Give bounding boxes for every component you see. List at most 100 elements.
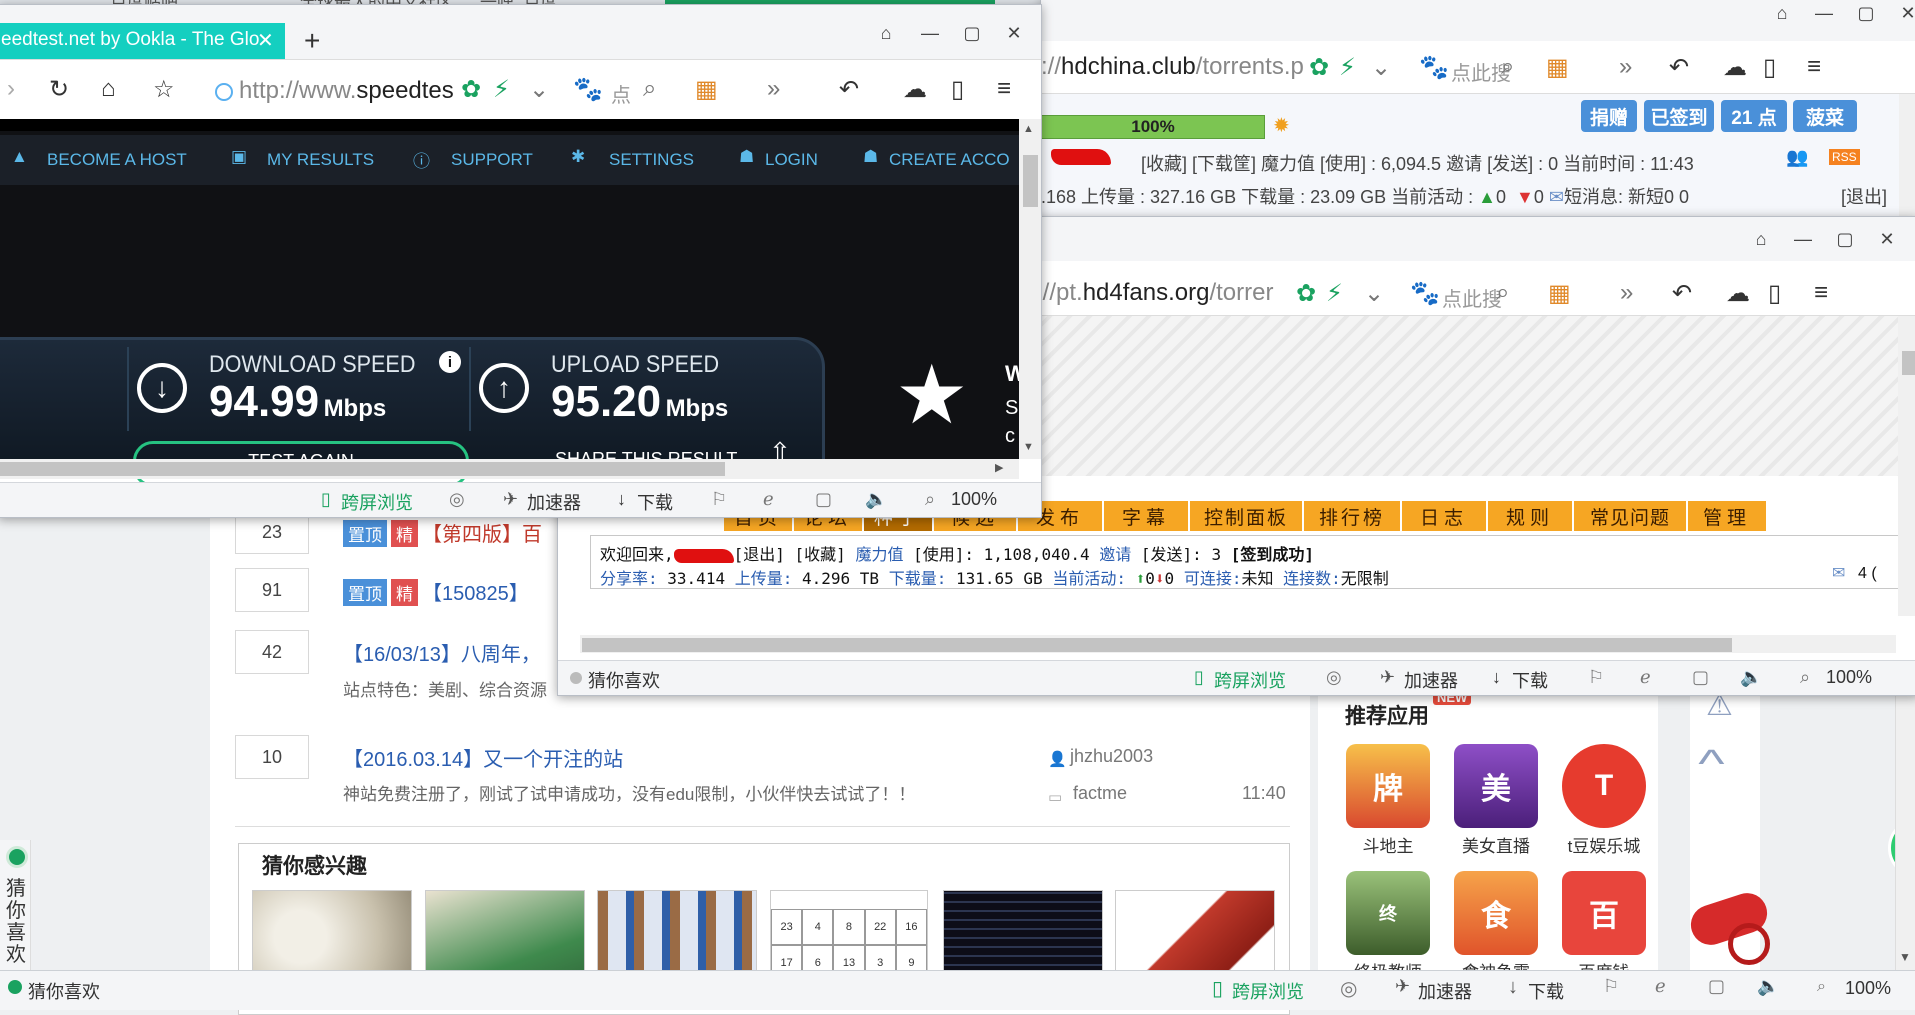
download-button[interactable]: 下载 — [637, 489, 673, 515]
baidu-paw-icon[interactable]: 🐾 — [573, 75, 603, 104]
back-to-top-icon[interactable]: ^ — [1698, 742, 1724, 787]
app-icon-teacher[interactable]: 终 — [1346, 871, 1430, 955]
user-links[interactable]: [退出] [收藏] — [734, 545, 846, 564]
search-icon[interactable]: ⌕ — [1496, 279, 1509, 307]
app-icon-live[interactable]: 美 — [1454, 744, 1538, 828]
tab-close-icon[interactable]: ✕ — [257, 28, 274, 53]
scroll-down-arrow[interactable]: ▼ — [1899, 950, 1911, 964]
nav-subtitles[interactable]: 字幕 — [1104, 501, 1190, 531]
device-icon[interactable]: ▯ — [1768, 279, 1781, 308]
more-icon[interactable]: » — [767, 75, 780, 103]
skin-icon[interactable]: ⌂ — [1761, 0, 1803, 33]
rss-icon[interactable]: RSS — [1829, 149, 1860, 165]
bottom-guess-label[interactable]: 猜你喜欢 — [28, 978, 100, 1004]
menu-create-account[interactable]: CREATE ACCO — [889, 150, 1010, 170]
h-scroll-thumb[interactable] — [0, 462, 725, 476]
scroll-thumb[interactable] — [1023, 155, 1038, 207]
maximize-button[interactable]: ▢ — [951, 13, 993, 53]
minimize-button[interactable]: — — [909, 13, 951, 53]
undo-icon[interactable]: ↶ — [839, 75, 859, 104]
forward-icon[interactable]: › — [7, 75, 15, 103]
list-item-replier[interactable]: factme — [1073, 783, 1127, 804]
close-button[interactable]: ✕ — [993, 13, 1035, 53]
lightning-icon[interactable]: ⚡ — [1339, 53, 1356, 82]
app-icon-wallet[interactable]: 百 — [1562, 871, 1646, 955]
list-item-title[interactable]: 【150825】 — [422, 583, 529, 605]
list-item[interactable]: 置顶精【150825】 — [343, 577, 529, 606]
accelerator-button[interactable]: 加速器 — [1418, 978, 1472, 1004]
new-tab-button[interactable]: + — [304, 25, 320, 57]
menu-login[interactable]: LOGIN — [765, 150, 818, 170]
nav-admin[interactable]: 管理 — [1688, 501, 1768, 531]
address-bar[interactable]: ://pt.hd4fans.org/torrer — [1036, 279, 1273, 307]
scroll-up-arrow[interactable]: ▲ — [1023, 123, 1034, 135]
secure-icon[interactable]: ✿ — [1309, 53, 1329, 82]
menu-icon[interactable]: ≡ — [1807, 53, 1821, 81]
app-label[interactable]: t豆娱乐城 — [1549, 832, 1659, 857]
app-label[interactable]: 美女直播 — [1441, 832, 1551, 857]
search-icon[interactable]: ⌕ — [643, 75, 656, 103]
bonus-link[interactable]: 魔力值 — [855, 545, 903, 564]
zoom-icon[interactable]: ⌕ — [1800, 667, 1810, 688]
cloud-icon[interactable]: ☁ — [1723, 53, 1747, 82]
zoom-icon[interactable]: ⌕ — [1817, 978, 1826, 996]
zoom-level[interactable]: 100% — [1826, 667, 1872, 688]
friends-icon[interactable]: 👥 — [1786, 147, 1808, 168]
skin-icon[interactable]: ⌂ — [865, 13, 907, 53]
flag-icon[interactable]: ⚐ — [1588, 667, 1604, 688]
app-icon-casino[interactable]: T — [1562, 744, 1646, 828]
download-button[interactable]: 下载 — [1528, 978, 1564, 1004]
message-count[interactable]: 4 ( — [1858, 565, 1877, 583]
menu-become-host[interactable]: BECOME A HOST — [47, 150, 187, 170]
scrollbar[interactable] — [1899, 94, 1915, 229]
bookmark-star-icon[interactable]: ☆ — [153, 75, 175, 104]
apps-icon[interactable]: ▦ — [1548, 279, 1571, 308]
menu-icon[interactable]: ≡ — [1814, 279, 1828, 307]
zoom-level[interactable]: 100% — [1845, 978, 1891, 999]
lightning-icon[interactable]: ⚡ — [1326, 279, 1343, 308]
app-icon-doudizhu[interactable]: 牌 — [1346, 744, 1430, 828]
menu-my-results[interactable]: MY RESULTS — [267, 150, 374, 170]
nav-rules[interactable]: 规则 — [1488, 501, 1574, 531]
window-icon[interactable]: ▢ — [1692, 667, 1709, 688]
ie-icon[interactable]: ℯ — [763, 489, 774, 510]
chevron-down-icon[interactable]: ⌄ — [529, 75, 549, 104]
bocai-button[interactable]: 菠菜 — [1793, 100, 1857, 132]
ie-icon[interactable]: ℯ — [1655, 976, 1666, 997]
cross-screen-button[interactable]: 跨屏浏览 — [1214, 667, 1286, 693]
side-guess-label[interactable]: 猜你喜欢 — [6, 878, 26, 966]
active-tab[interactable]: eedtest.net by Ookla - The Glo ✕ — [0, 23, 285, 59]
close-button[interactable]: ✕ — [1866, 219, 1908, 259]
search-icon[interactable]: ⌕ — [1501, 53, 1514, 81]
search-input[interactable]: 点 — [611, 79, 631, 108]
cannon-icon[interactable] — [1685, 885, 1780, 965]
window-icon[interactable]: ▢ — [815, 489, 832, 510]
speaker-icon[interactable]: 🔈 — [1740, 667, 1762, 688]
secure-icon[interactable]: ✿ — [1296, 279, 1316, 308]
speed-icon[interactable]: ◎ — [1340, 976, 1357, 1001]
refresh-icon[interactable]: ↻ — [49, 75, 69, 104]
maximize-button[interactable]: ▢ — [1824, 219, 1866, 259]
cloud-icon[interactable]: ☁ — [1726, 279, 1750, 308]
close-button[interactable]: ✕ — [1887, 0, 1915, 33]
menu-support[interactable]: SUPPORT — [451, 150, 533, 170]
home-icon[interactable]: ⌂ — [101, 75, 116, 103]
scroll-right-arrow[interactable]: ▶ — [995, 461, 1003, 474]
list-item-title[interactable]: 【16/03/13】八周年， — [343, 638, 541, 667]
baidu-paw-icon[interactable]: 🐾 — [1419, 53, 1449, 82]
undo-icon[interactable]: ↶ — [1669, 53, 1689, 82]
secure-icon[interactable]: ✿ — [461, 75, 481, 104]
app-icon-food[interactable]: 食 — [1454, 871, 1538, 955]
zoom-level[interactable]: 100% — [951, 489, 997, 510]
points-button[interactable]: 21 点 — [1721, 100, 1787, 132]
message-text[interactable]: 短消息: 新短0 0 — [1564, 187, 1689, 207]
flag-icon[interactable]: ⚐ — [1603, 976, 1619, 997]
flag-icon[interactable]: ⚐ — [711, 489, 727, 510]
cross-screen-button[interactable]: 跨屏浏览 — [341, 489, 413, 515]
logout-link[interactable]: [退出] — [1841, 183, 1887, 209]
chevron-down-icon[interactable]: ⌄ — [1364, 279, 1384, 308]
star-icon[interactable]: ★ — [895, 355, 969, 437]
nav-ranking[interactable]: 排行榜 — [1304, 501, 1402, 531]
speaker-icon[interactable]: 🔈 — [1757, 976, 1779, 997]
lightning-icon[interactable]: ⚡ — [493, 75, 510, 104]
